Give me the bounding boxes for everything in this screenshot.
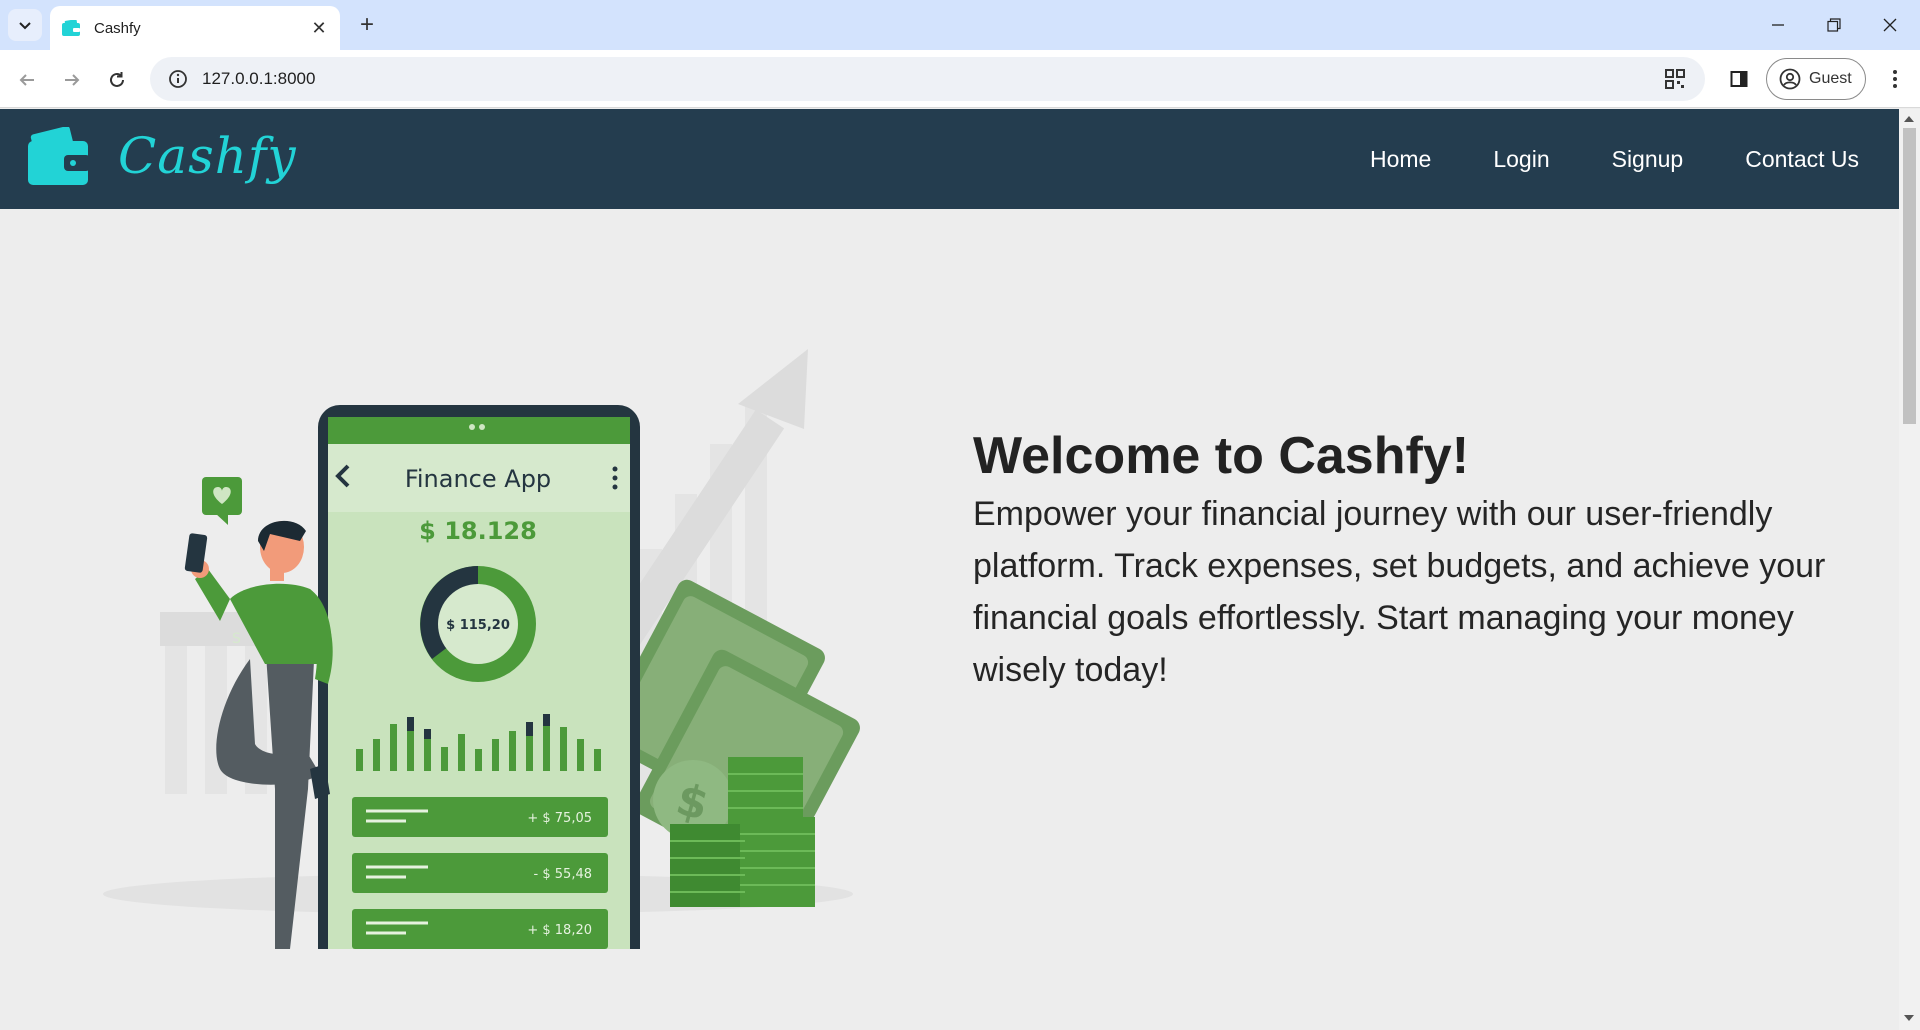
restore-button[interactable] [1806,0,1862,50]
nav-contact-link[interactable]: Contact Us [1745,146,1859,173]
restore-icon [1827,18,1841,32]
back-button[interactable] [10,63,44,97]
scrollbar-thumb[interactable] [1903,128,1916,424]
account-icon [1779,68,1801,90]
close-window-button[interactable] [1862,0,1918,50]
scroll-up-arrow-icon[interactable] [1904,116,1914,122]
nav-login-link[interactable]: Login [1493,146,1549,173]
minimize-icon [1772,24,1784,26]
profile-label: Guest [1809,70,1852,87]
arrow-right-icon [65,74,80,86]
address-bar[interactable]: 127.0.0.1:8000 [150,57,1705,101]
new-tab-button[interactable]: + [352,10,382,40]
tab-title: Cashfy [94,19,141,37]
hero-text: Welcome to Cashfy! Empower your financia… [973,424,1853,696]
nav-home-link[interactable]: Home [1370,146,1431,173]
app-title: Finance App [405,465,551,493]
qr-code-icon[interactable] [1655,59,1695,99]
reload-icon [110,72,124,87]
tab-search-button[interactable] [8,9,42,41]
side-panel-button[interactable] [1722,62,1756,96]
page-scrollbar[interactable] [1899,109,1920,1030]
browser-menu-button[interactable] [1878,62,1912,96]
wallet-logo-icon [28,127,90,185]
side-panel-icon [1730,71,1748,87]
transaction-1: + $ 75,05 [527,811,592,826]
scroll-down-arrow-icon[interactable] [1904,1015,1914,1021]
browser-tab[interactable]: Cashfy ✕ [50,6,340,50]
finance-app-illustration: $ Finance App $ 18.128 $ 115,20 + $ 75,0… [103,349,860,949]
url-text: 127.0.0.1:8000 [202,69,316,88]
brand[interactable]: Cashfy [28,127,297,185]
app-balance: $ 18.128 [419,517,537,545]
nav-signup-link[interactable]: Signup [1612,146,1684,173]
hero-description: Empower your financial journey with our … [973,495,1826,689]
brand-name: Cashfy [118,127,297,185]
minimize-button[interactable] [1750,0,1806,50]
nav-links: Home Login Signup Contact Us [1370,109,1859,209]
site-navbar: Cashfy Home Login Signup Contact Us [0,109,1899,209]
page-viewport: Cashfy Home Login Signup Contact Us $ Fi… [0,109,1899,1030]
close-icon [1883,18,1897,32]
transaction-2: - $ 55,48 [534,867,592,882]
reload-button[interactable] [100,63,134,97]
more-vertical-icon [1893,70,1897,88]
site-info-icon[interactable] [156,57,200,101]
forward-button[interactable] [55,63,89,97]
transaction-3: + $ 18,20 [527,923,592,938]
profile-button[interactable]: Guest [1766,58,1866,100]
close-tab-icon[interactable]: ✕ [304,13,334,43]
chevron-down-icon [19,22,31,30]
donut-label: $ 115,20 [446,618,510,633]
browser-toolbar: 127.0.0.1:8000 Guest [0,50,1920,108]
shirt-letter: S [232,631,241,647]
browser-tab-strip: Cashfy ✕ + [0,0,1920,50]
wallet-icon [62,20,80,36]
arrow-left-icon [19,74,34,86]
hero-title: Welcome to Cashfy! [973,427,1470,485]
